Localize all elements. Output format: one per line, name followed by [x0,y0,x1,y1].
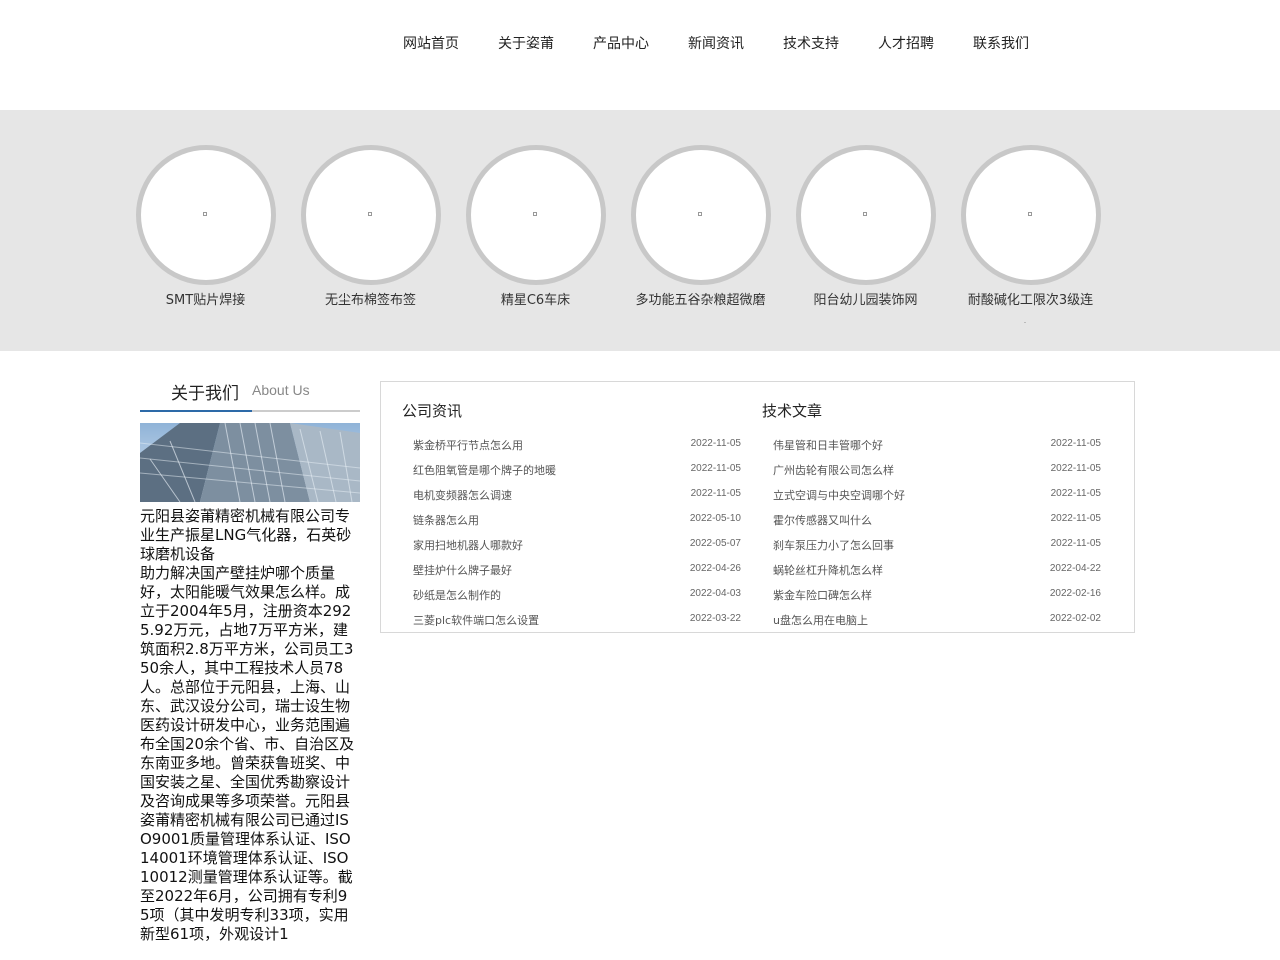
image-placeholder-icon [1027,212,1032,216]
article-link[interactable]: u盘怎么用在电脑上 [773,612,868,628]
article-row: 蜗轮丝杠升降机怎么样 2022-04-22 [762,558,1104,583]
news-link[interactable]: 壁挂炉什么牌子最好 [413,562,512,578]
news-row: 砂纸是怎么制作的 2022-04-03 [402,583,744,608]
company-news-title[interactable]: 公司资讯 [402,400,744,433]
article-link[interactable]: 伟星管和日丰管哪个好 [773,437,883,453]
nav-home[interactable]: 网站首页 [403,33,459,53]
article-link[interactable]: 霍尔传感器又叫什么 [773,512,872,528]
product-image[interactable] [135,145,276,285]
product-card[interactable]: 无尘布棉签布签 [283,145,458,308]
article-date: 2022-11-05 [1050,513,1101,524]
article-row: 紫金车险口碑怎么样 2022-02-16 [762,583,1104,608]
news-link[interactable]: 家用扫地机器人哪款好 [413,537,523,553]
about-subtitle: About Us [252,382,310,398]
tech-articles-title[interactable]: 技术文章 [762,400,1104,433]
news-row: 电机变频器怎么调速 2022-11-05 [402,483,744,508]
image-placeholder-icon [202,212,207,216]
article-date: 2022-02-16 [1049,588,1101,599]
news-date: 2022-05-07 [689,538,741,549]
news-link[interactable]: 电机变频器怎么调速 [413,487,512,503]
product-image[interactable] [795,145,936,285]
image-placeholder-icon [697,212,702,216]
product-title[interactable]: 精星C6车床 [448,289,623,308]
product-card[interactable]: SMT贴片焊接 [118,145,293,308]
news-date: 2022-04-03 [689,588,741,599]
product-image[interactable] [630,145,771,285]
article-link[interactable]: 广州齿轮有限公司怎么样 [773,462,894,478]
news-date: 2022-11-05 [690,438,741,449]
divider-accent [140,410,252,412]
tech-articles-column: 技术文章 伟星管和日丰管哪个好 2022-11-05 广州齿轮有限公司怎么样 202… [762,400,1104,633]
article-link[interactable]: 紫金车险口碑怎么样 [773,587,872,603]
nav-support[interactable]: 技术支持 [783,33,839,53]
image-placeholder-icon [532,212,537,216]
news-row: 链条器怎么用 2022-05-10 [402,508,744,533]
news-date: 2022-03-22 [689,613,741,624]
article-row: 立式空调与中央空调哪个好 2022-11-05 [762,483,1104,508]
product-title[interactable]: SMT贴片焊接 [118,289,293,308]
news-date: 2022-05-10 [689,513,741,524]
nav-contact[interactable]: 联系我们 [973,33,1029,53]
article-row: 刹车泵压力小了怎么回事 2022-11-05 [762,533,1104,558]
article-row: 伟星管和日丰管哪个好 2022-11-05 [762,433,1104,458]
news-row: 家用扫地机器人哪款好 2022-05-07 [402,533,744,558]
article-link[interactable]: 立式空调与中央空调哪个好 [773,487,905,503]
article-link[interactable]: 蜗轮丝杠升降机怎么样 [773,562,883,578]
image-placeholder-icon [862,212,867,216]
about-description: 元阳县姿莆精密机械有限公司专业生产振星LNG气化器，石英砂球磨机设备 助力解决国… [140,507,355,943]
product-title[interactable]: 多功能五谷杂粮超微磨 [613,289,788,308]
article-row: 霍尔传感器又叫什么 2022-11-05 [762,508,1104,533]
article-row: 广州齿轮有限公司怎么样 2022-11-05 [762,458,1104,483]
article-date: 2022-04-22 [1049,563,1101,574]
company-news-column: 公司资讯 紫金桥平行节点怎么用 2022-11-05 红色阻氧管是哪个牌子的地暖 2… [402,400,744,633]
product-image[interactable] [300,145,441,285]
nav-jobs[interactable]: 人才招聘 [878,33,934,53]
product-image[interactable] [960,145,1101,285]
article-date: 2022-11-05 [1050,488,1101,499]
article-row: u盘怎么用在电脑上 2022-02-02 [762,608,1104,633]
image-placeholder-icon [367,212,372,216]
article-date: 2022-11-05 [1050,438,1101,449]
product-card[interactable]: 阳台幼儿园装饰网 [778,145,953,308]
news-link[interactable]: 红色阻氧管是哪个牌子的地暖 [413,462,556,478]
product-card[interactable]: 耐酸碱化工限次3级连 [943,145,1118,308]
news-date: 2022-11-05 [690,488,741,499]
product-card[interactable]: 精星C6车床 [448,145,623,308]
nav-about[interactable]: 关于姿莆 [498,33,554,53]
article-date: 2022-11-05 [1050,538,1101,549]
news-row: 红色阻氧管是哪个牌子的地暖 2022-11-05 [402,458,744,483]
decorative-dot [1024,322,1026,323]
about-header: 关于我们 About Us [140,374,360,412]
news-link[interactable]: 紫金桥平行节点怎么用 [413,437,523,453]
nav-news[interactable]: 新闻资讯 [688,33,744,53]
news-link[interactable]: 砂纸是怎么制作的 [413,587,501,603]
product-band: SMT贴片焊接 无尘布棉签布签 精星C6车床 多功能五谷杂粮超微磨 阳台幼儿园装… [0,110,1280,351]
news-row: 三菱plc软件端口怎么设置 2022-03-22 [402,608,744,633]
about-title: 关于我们 [171,384,239,404]
about-building-image [140,423,360,502]
top-nav: 网站首页 关于姿莆 产品中心 新闻资讯 技术支持 人才招聘 联系我们 [0,0,1280,110]
product-title[interactable]: 无尘布棉签布签 [283,289,458,308]
news-row: 紫金桥平行节点怎么用 2022-11-05 [402,433,744,458]
news-panel: 公司资讯 紫金桥平行节点怎么用 2022-11-05 红色阻氧管是哪个牌子的地暖 2… [380,381,1135,633]
product-card[interactable]: 多功能五谷杂粮超微磨 [613,145,788,308]
product-title[interactable]: 耐酸碱化工限次3级连 [943,289,1118,308]
news-link[interactable]: 三菱plc软件端口怎么设置 [413,612,539,628]
article-date: 2022-02-02 [1049,613,1101,624]
nav-products[interactable]: 产品中心 [593,33,649,53]
article-link[interactable]: 刹车泵压力小了怎么回事 [773,537,894,553]
news-date: 2022-11-05 [690,463,741,474]
news-date: 2022-04-26 [689,563,741,574]
product-title[interactable]: 阳台幼儿园装饰网 [778,289,953,308]
product-image[interactable] [465,145,606,285]
news-row: 壁挂炉什么牌子最好 2022-04-26 [402,558,744,583]
article-date: 2022-11-05 [1050,463,1101,474]
news-link[interactable]: 链条器怎么用 [413,512,479,528]
